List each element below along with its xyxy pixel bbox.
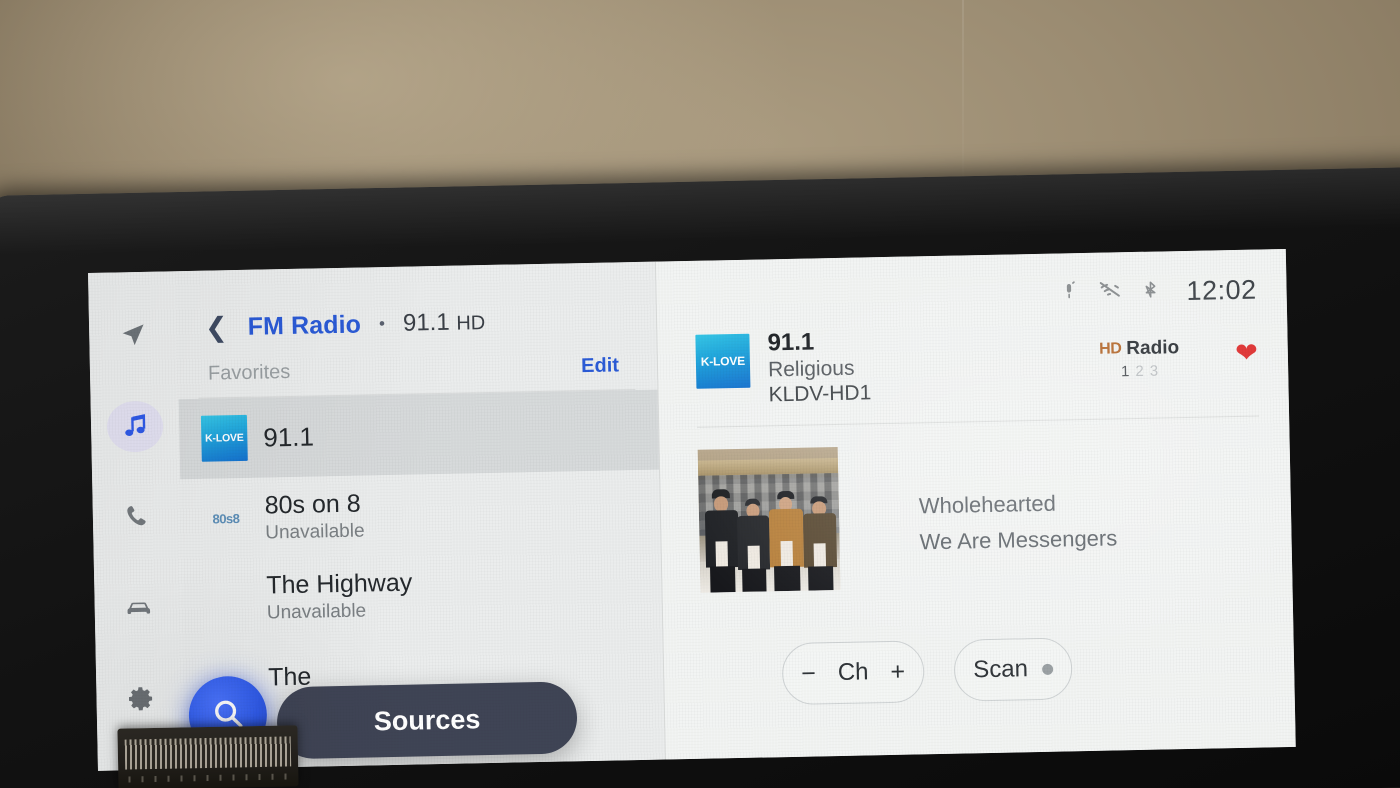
station-logo-text: K-LOVE <box>700 353 746 369</box>
list-item[interactable]: 80s8 80s on 8 Unavailable <box>180 470 661 560</box>
figure-head <box>714 496 729 512</box>
air-vent-object <box>117 725 299 788</box>
favorites-list: K-LOVE 91.1 80s8 80s on 8 Unavailable Th… <box>178 389 664 720</box>
track-artist: We Are Messengers <box>919 525 1118 555</box>
scan-button[interactable]: Scan <box>953 637 1073 702</box>
list-item-text: 80s on 8 Unavailable <box>264 489 364 544</box>
sources-button[interactable]: Sources <box>276 681 578 760</box>
list-item-title: 80s on 8 <box>264 489 361 519</box>
list-item-text: 91.1 <box>263 421 314 453</box>
sidebar-item-vehicle[interactable] <box>110 582 167 634</box>
nav-rail <box>88 271 186 771</box>
channel-label: Ch <box>837 658 869 687</box>
80s-on-8-logo: 80s8 <box>202 495 249 542</box>
source-name: FM Radio <box>247 310 362 341</box>
album-art-figure <box>768 490 805 592</box>
album-art <box>697 446 841 593</box>
media-row: Wholehearted We Are Messengers <box>659 416 1292 594</box>
figure-legs <box>774 565 801 592</box>
station-logo-klove: K-LOVE <box>695 333 751 389</box>
hd-radio-mark-icon: HD <box>1099 340 1122 358</box>
figure-shirt <box>813 543 827 568</box>
list-item[interactable]: The Highway Unavailable <box>182 550 663 640</box>
phone-icon <box>123 503 151 531</box>
channel-up-button[interactable]: + <box>890 657 905 686</box>
figure-legs <box>807 566 834 591</box>
station-call-sign: KLDV-HD1 <box>768 381 872 407</box>
hd-channel-2[interactable]: 2 <box>1135 363 1144 380</box>
clock: 12:02 <box>1186 274 1257 306</box>
playback-controls: − Ch + Scan <box>663 581 1295 708</box>
station-genre: Religious <box>767 356 855 382</box>
album-art-figure <box>802 495 838 591</box>
figure-legs <box>741 568 767 592</box>
hd-channel-3[interactable]: 3 <box>1150 363 1159 380</box>
vent-dots <box>128 773 289 783</box>
list-item-subtitle: Unavailable <box>266 599 367 623</box>
figure-shirt <box>747 545 760 570</box>
album-art-figure <box>736 498 771 592</box>
sidebar-item-media[interactable] <box>106 400 164 453</box>
80s-on-8-logo-text: 80s8 <box>212 510 240 527</box>
vent-slats <box>124 736 292 770</box>
music-note-icon <box>120 411 151 442</box>
hd-channel-selector[interactable]: 1 2 3 <box>1121 363 1158 381</box>
heart-filled-icon[interactable]: ❤ <box>1235 338 1258 369</box>
hd-channel-1[interactable]: 1 <box>1121 363 1130 380</box>
sidebar-item-phone[interactable] <box>108 491 165 543</box>
klove-logo: K-LOVE <box>200 414 248 462</box>
sidebar-item-navigation[interactable] <box>105 310 162 362</box>
track-meta: Wholehearted We Are Messengers <box>838 441 1118 557</box>
station-logo-placeholder <box>204 575 251 622</box>
now-playing-pane: 12:02 K-LOVE 91.1 Religious KLDV-HD1 HD … <box>655 248 1296 760</box>
track-title: Wholehearted <box>918 490 1057 519</box>
header-frequency: 91.1 HD <box>402 308 486 337</box>
photo-scene: ❮ FM Radio • 91.1 HD Favorites Edit K-LO… <box>0 0 1400 788</box>
scan-status-dot <box>1041 663 1054 675</box>
channel-down-button[interactable]: − <box>801 659 816 688</box>
station-frequency: 91.1 <box>767 328 815 357</box>
channel-stepper[interactable]: − Ch + <box>781 640 925 706</box>
list-item-subtitle: Unavailable <box>265 520 365 543</box>
sources-label: Sources <box>373 703 481 736</box>
infotainment-screen: ❮ FM Radio • 91.1 HD Favorites Edit K-LO… <box>88 248 1296 771</box>
album-art-figure <box>704 489 740 593</box>
favorites-label: Favorites <box>207 360 291 385</box>
microphone-muted-icon <box>1058 280 1080 306</box>
station-meta: 91.1 Religious KLDV-HD1 <box>767 327 871 407</box>
hd-radio-indicator[interactable]: HD Radio 1 2 3 <box>1099 337 1180 381</box>
list-item-title: 91.1 <box>263 421 315 453</box>
figure-shirt <box>715 540 729 568</box>
pane-header: ❮ FM Radio • 91.1 HD <box>176 262 656 350</box>
bezel-gloss <box>0 166 1400 256</box>
list-item-title: The Highway <box>266 568 413 599</box>
chevron-left-icon[interactable]: ❮ <box>201 312 232 342</box>
hd-radio-label: Radio <box>1126 337 1180 360</box>
gear-icon <box>126 684 155 713</box>
list-item-text: The Highway Unavailable <box>266 568 413 624</box>
scan-label: Scan <box>973 655 1029 684</box>
figure-legs <box>709 566 736 593</box>
wifi-off-icon <box>1097 277 1123 307</box>
list-item[interactable]: K-LOVE 91.1 <box>178 389 660 480</box>
edit-favorites-button[interactable]: Edit <box>581 354 619 378</box>
car-icon <box>123 593 154 624</box>
station-info-row: K-LOVE 91.1 Religious KLDV-HD1 HD Radio … <box>657 307 1289 410</box>
hd-radio-label-row: HD Radio <box>1099 337 1179 361</box>
header-separator: • <box>378 314 386 334</box>
figure-shirt <box>780 540 793 568</box>
bluetooth-icon <box>1140 279 1160 304</box>
klove-logo-text: K-LOVE <box>204 431 244 445</box>
sidebar-item-settings[interactable] <box>112 673 169 725</box>
navigation-arrow-icon <box>119 321 148 350</box>
